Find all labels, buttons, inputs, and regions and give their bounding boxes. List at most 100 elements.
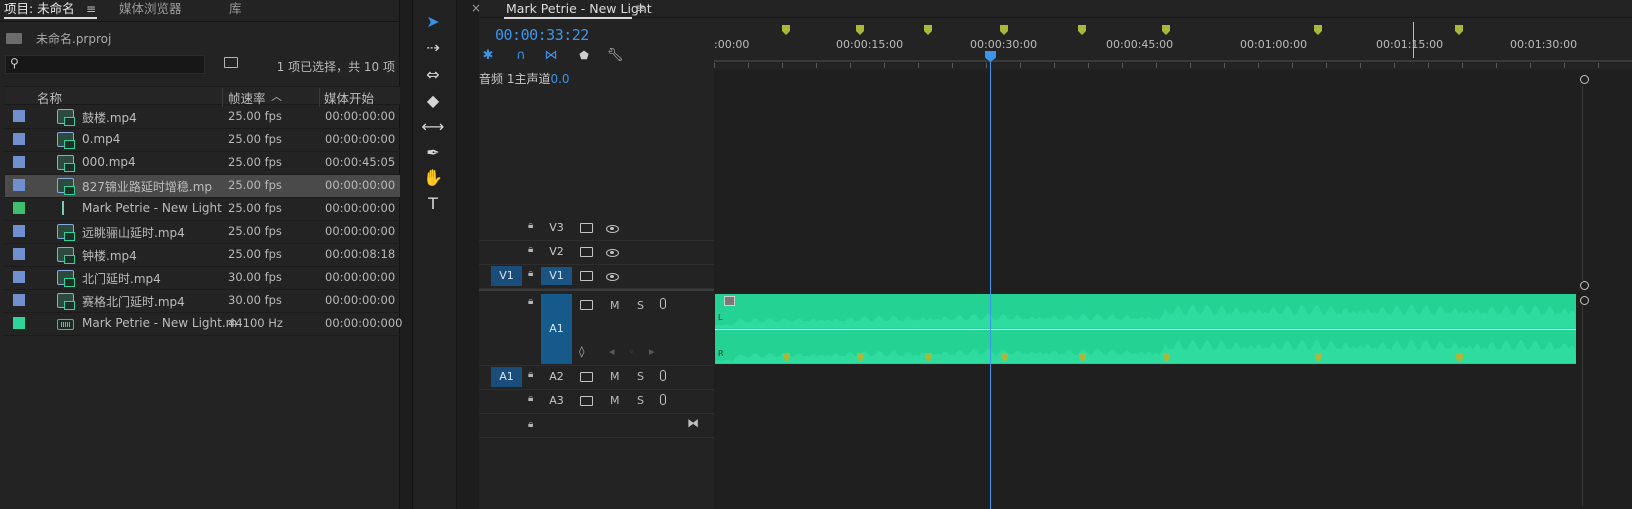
column-frame-rate[interactable]: 帧速率 xyxy=(228,88,266,107)
track-target-v1[interactable]: V1 xyxy=(541,267,572,285)
vertical-scrollbar-lower[interactable] xyxy=(1582,306,1583,506)
source-patch-a2[interactable]: A1 xyxy=(491,367,522,387)
label-color-swatch[interactable] xyxy=(13,248,25,260)
label-color-swatch[interactable] xyxy=(13,202,25,214)
item-name[interactable]: 000.mp4 xyxy=(82,155,136,169)
settings-wrench-icon[interactable]: 🔧︎ xyxy=(606,48,624,64)
sync-lock-icon[interactable] xyxy=(580,372,593,382)
new-bin-from-search-icon[interactable] xyxy=(224,57,238,68)
label-color-swatch[interactable] xyxy=(13,133,25,145)
label-color-swatch[interactable] xyxy=(13,271,25,283)
mute-button[interactable]: M xyxy=(610,370,620,383)
track-lock-icon[interactable]: 🔒︎ xyxy=(528,369,533,380)
project-item-row[interactable]: Mark Petrie - New Light.m 44100 Hz 00:00:0… xyxy=(5,313,402,336)
track-target-a1[interactable]: A1 xyxy=(541,294,572,364)
track-select-tool-icon[interactable]: ⇢ xyxy=(416,36,450,60)
audio-clip-a1[interactable]: LR xyxy=(715,294,1576,364)
sync-lock-icon[interactable] xyxy=(580,223,593,233)
track-target-v2[interactable]: V2 xyxy=(541,243,572,261)
track-lock-icon[interactable]: 🔒︎ xyxy=(528,244,533,255)
track-lock-icon[interactable]: 🔒︎ xyxy=(528,220,533,231)
work-area-bar[interactable] xyxy=(714,60,1632,62)
item-name[interactable]: 鼓楼.mp4 xyxy=(82,109,137,126)
hand-tool-icon[interactable]: ✋ xyxy=(416,166,450,190)
keyframe-toggle-icon[interactable]: ◊ xyxy=(579,345,584,358)
track-visibility-eye-icon[interactable] xyxy=(606,273,619,281)
track-visibility-eye-icon[interactable] xyxy=(606,225,619,233)
timeline-marker[interactable] xyxy=(1162,25,1170,35)
sync-lock-icon[interactable] xyxy=(580,300,593,310)
solo-button[interactable]: S xyxy=(637,394,644,407)
project-item-row[interactable]: 远眺骊山延时.mp4 25.00 fps 00:00:00:00 xyxy=(5,221,400,244)
tab-library[interactable]: 库 xyxy=(229,0,242,18)
track-lock-icon[interactable]: 🔒︎ xyxy=(528,393,533,404)
master-volume-value[interactable]: 0.0 xyxy=(550,72,569,86)
timeline-menu-icon[interactable]: ≡ xyxy=(635,1,645,15)
track-height-handle-icon[interactable] xyxy=(1580,281,1589,290)
item-name[interactable]: 钟楼.mp4 xyxy=(82,247,137,264)
item-name[interactable]: Mark Petrie - New Light.m xyxy=(82,316,237,330)
timeline-marker[interactable] xyxy=(1078,25,1086,35)
source-patch-v1[interactable]: V1 xyxy=(491,266,522,286)
item-name[interactable]: Mark Petrie - New Light xyxy=(82,201,222,215)
label-color-swatch[interactable] xyxy=(13,225,25,237)
voiceover-record-icon[interactable] xyxy=(660,394,666,405)
label-color-swatch[interactable] xyxy=(13,317,25,329)
track-lock-icon[interactable]: 🔒︎ xyxy=(528,268,533,279)
snap-magnet-icon[interactable]: ∩ xyxy=(512,48,530,64)
vertical-scrollbar[interactable] xyxy=(1582,86,1583,282)
label-color-swatch[interactable] xyxy=(13,110,25,122)
close-icon[interactable]: × xyxy=(471,1,481,15)
audio-track-name[interactable]: 音频 1 xyxy=(479,72,514,86)
voiceover-record-icon[interactable] xyxy=(660,370,666,381)
label-color-swatch[interactable] xyxy=(13,294,25,306)
column-divider[interactable] xyxy=(222,88,223,107)
item-name[interactable]: 赛格北门延时.mp4 xyxy=(82,293,185,310)
time-ruler[interactable]: :00:00 00:00:15:00 00:00:30:00 00:00:45:00 0… xyxy=(714,18,1632,70)
mute-button[interactable]: M xyxy=(610,299,620,312)
razor-tool-icon[interactable]: ◆ xyxy=(416,89,450,113)
project-item-row[interactable]: 赛格北门延时.mp4 30.00 fps 00:00:00:00 xyxy=(5,290,400,313)
track-visibility-eye-icon[interactable] xyxy=(606,249,619,257)
solo-button[interactable]: S xyxy=(637,299,644,312)
track-target-v3[interactable]: V3 xyxy=(541,219,572,237)
sequence-tab-title[interactable]: Mark Petrie - New Light xyxy=(506,1,652,16)
project-item-row[interactable]: 000.mp4 25.00 fps 00:00:45:05 xyxy=(5,152,400,175)
project-item-row[interactable]: 北门延时.mp4 30.00 fps 00:00:00:00 xyxy=(5,267,400,290)
slip-tool-icon[interactable]: ⟷ xyxy=(416,115,450,139)
column-media-start[interactable]: 媒体开始 xyxy=(324,88,374,107)
timeline-marker[interactable] xyxy=(1314,25,1322,35)
selection-tool-icon[interactable]: ➤ xyxy=(416,10,450,34)
keyframe-nav-icon[interactable]: ◂◦▸ xyxy=(609,345,669,358)
timeline-marker[interactable] xyxy=(782,25,790,35)
mute-button[interactable]: M xyxy=(610,394,620,407)
type-tool-icon[interactable]: T xyxy=(416,192,450,216)
project-item-row[interactable]: 钟楼.mp4 25.00 fps 00:00:08:18 xyxy=(5,244,400,267)
add-marker-icon[interactable]: ⬟ xyxy=(575,48,593,64)
item-name[interactable]: 827锦业路延时增稳.mp xyxy=(82,178,212,195)
label-color-swatch[interactable] xyxy=(13,179,25,191)
track-lock-icon[interactable]: 🔒︎ xyxy=(528,419,533,430)
timeline-marker[interactable] xyxy=(1455,25,1463,35)
timeline-marker[interactable] xyxy=(924,25,932,35)
item-name[interactable]: 北门延时.mp4 xyxy=(82,270,161,287)
tab-media-browser[interactable]: 媒体浏览器 xyxy=(119,0,182,18)
item-name[interactable]: 远眺骊山延时.mp4 xyxy=(82,224,185,241)
timeline-marker[interactable] xyxy=(856,25,864,35)
track-target-a3[interactable]: A3 xyxy=(541,392,572,410)
sync-lock-icon[interactable] xyxy=(580,271,593,281)
search-input[interactable]: ⚲ xyxy=(5,55,205,74)
tab-project[interactable]: 项目: 未命名 xyxy=(4,0,75,18)
ripple-edit-tool-icon[interactable]: ⇔ xyxy=(416,63,450,87)
sync-lock-icon[interactable] xyxy=(580,396,593,406)
track-lock-icon[interactable]: 🔒︎ xyxy=(528,296,533,307)
pen-tool-icon[interactable]: ✒ xyxy=(416,141,450,165)
track-height-handle-icon[interactable] xyxy=(1580,75,1589,84)
nest-toggle-icon[interactable]: ✱ xyxy=(479,48,497,64)
playhead-timecode[interactable]: 00:00:33:22 xyxy=(495,26,589,44)
playhead-line[interactable] xyxy=(990,52,991,509)
project-item-row[interactable]: 827锦业路延时增稳.mp 25.00 fps 00:00:00:00 xyxy=(5,175,400,198)
column-divider[interactable] xyxy=(319,88,320,107)
master-meter-icon[interactable]: ⧓ xyxy=(687,416,699,430)
linked-selection-icon[interactable]: ⋈ xyxy=(542,48,560,64)
